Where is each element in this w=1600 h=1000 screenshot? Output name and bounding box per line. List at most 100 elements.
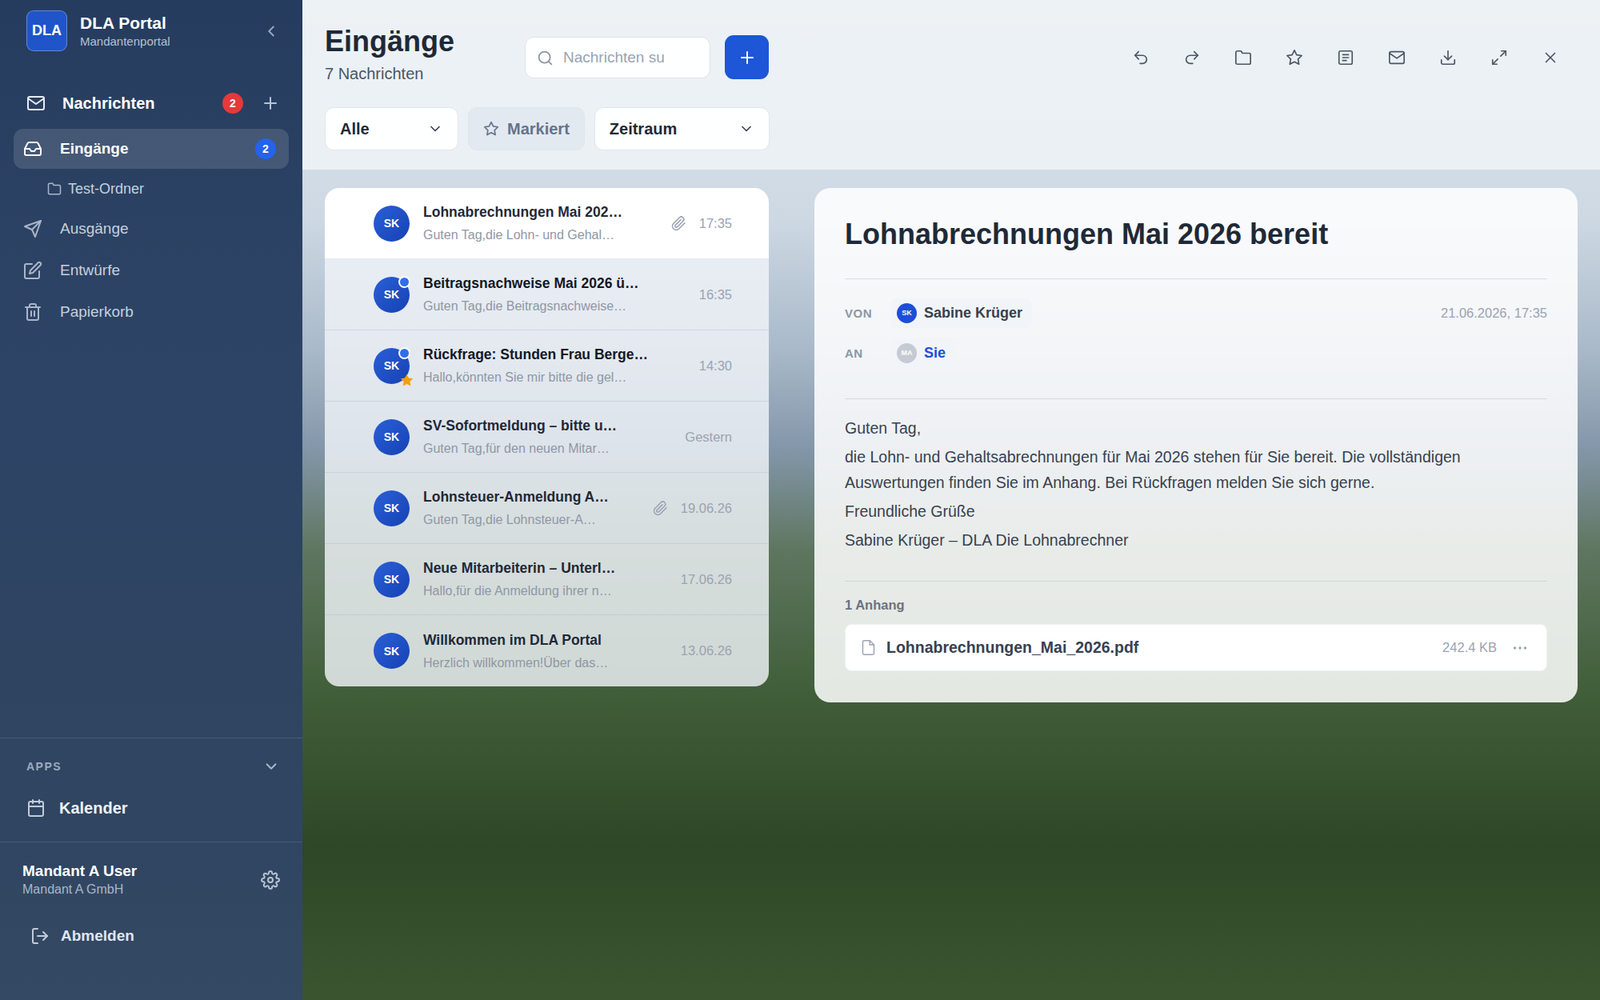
main-area: Eingänge7 NachrichtenAlleMarkiertZeitrau… [302, 0, 1600, 1000]
toolbar-button[interactable] [1123, 40, 1159, 76]
message-subject: Beitragsnachweise Mai 2026 ü… [423, 273, 687, 293]
expand-icon [1490, 48, 1508, 67]
message-row[interactable]: SK Beitragsnachweise Mai 2026 ü… Guten Ta… [324, 259, 769, 331]
mail-app: DLADLA PortalMandantenportal Nachrichten2… [0, 0, 1600, 1000]
from-label: VON [844, 306, 891, 320]
folder-item[interactable]: Eingänge2 [13, 128, 289, 169]
toolbar-button[interactable] [1276, 40, 1312, 76]
filter[interactable]: Markiert [468, 107, 585, 151]
new-message-button[interactable] [724, 35, 769, 80]
message-time: Gestern [684, 429, 732, 445]
app-item[interactable]: Kalender [26, 792, 280, 824]
gear-icon[interactable] [260, 870, 280, 890]
message-row[interactable]: SK Willkommen im DLA PortalHerzlich will… [324, 615, 769, 687]
message-subject: SV-Sofortmeldung – bitte u… [423, 416, 672, 436]
user-section: Mandant A UserMandant A GmbH Abmelden [0, 841, 303, 1000]
filter[interactable]: Alle [324, 107, 459, 151]
toolbar-button[interactable] [1379, 40, 1415, 76]
portal-subtitle: Mandantenportal [80, 33, 263, 50]
sender-chip[interactable]: SKSabine Krüger [890, 298, 1032, 328]
filter[interactable]: Zeitraum [594, 107, 770, 151]
folder-badge: 2 [255, 138, 276, 160]
chevron-left-icon[interactable] [262, 22, 280, 40]
message-time: 14:30 [699, 358, 732, 374]
message-time: 17:35 [699, 216, 732, 232]
unread-badge: 2 [222, 92, 244, 114]
folder-icon [47, 181, 62, 196]
apps-header[interactable]: APPS [26, 756, 280, 777]
apps-section: APPS Kalender [0, 737, 303, 842]
chevron-down-icon [427, 120, 444, 137]
message-row[interactable]: SK Neue Mitarbeiterin – Unterl…Hallo,für… [324, 544, 769, 616]
folder-item[interactable]: Papierkorb [13, 292, 289, 332]
toolbar-button[interactable] [1481, 40, 1517, 76]
section-header[interactable]: Nachrichten2 [0, 83, 303, 124]
avatar: SK [373, 276, 410, 313]
message-subject: Neue Mitarbeiterin – Unterl… [423, 558, 668, 578]
message-preview: Hallo,könnten Sie mir bitte die gel… [423, 368, 687, 387]
avatar: SK [373, 490, 410, 527]
move-folder-icon [1234, 48, 1252, 67]
message-preview: Guten Tag,die Lohn- und Gehal… [423, 226, 664, 244]
toolbar-button[interactable] [1225, 40, 1261, 76]
star-icon [1285, 48, 1304, 67]
message-title: Lohnabrechnungen Mai 2026 bereit [844, 218, 1548, 251]
close-icon [1541, 48, 1560, 67]
more-icon[interactable] [1511, 639, 1529, 657]
message-preview: Guten Tag,die Lohnsteuer-A… [423, 511, 645, 529]
to-label: AN [844, 346, 891, 360]
chevron-down-icon [738, 120, 755, 137]
folder-list: Eingänge2Test-OrdnerAusgängeEntwürfePapi… [13, 128, 289, 332]
avatar: SK [896, 303, 917, 324]
avatar: MA [896, 343, 917, 364]
recipient-chip[interactable]: MASie [890, 338, 956, 368]
calendar-icon [26, 798, 46, 818]
logout-button[interactable]: Abmelden [22, 920, 280, 952]
message-subject: Lohnabrechnungen Mai 202… [423, 202, 664, 222]
message-time: 13.06.26 [680, 643, 732, 659]
plus-icon [737, 48, 757, 68]
message-preview: Guten Tag,die Beitragsnachweise… [423, 297, 687, 316]
message-count: 7 Nachrichten [324, 62, 525, 85]
file-icon [860, 639, 877, 656]
message-row[interactable]: SK Rückfrage: Stunden Frau Berge…Hallo,k… [324, 330, 769, 402]
inbox-icon [23, 139, 43, 159]
download-icon [1439, 48, 1457, 67]
user-company: Mandant A GmbH [22, 880, 137, 899]
message-row[interactable]: SK Lohnabrechnungen Mai 202…Guten Tag,di… [324, 188, 769, 260]
toolbar-button[interactable] [1174, 40, 1210, 76]
search-field[interactable] [524, 36, 711, 79]
avatar: SK [373, 632, 410, 669]
search-input[interactable] [561, 48, 699, 68]
message-body: Guten Tag,die Lohn- und Gehaltsabrechnun… [844, 415, 1548, 553]
logout-icon [30, 926, 50, 946]
note-icon [1336, 48, 1355, 67]
paperclip-icon [652, 500, 668, 516]
message-row[interactable]: SK SV-Sofortmeldung – bitte u…Guten Tag,… [324, 401, 769, 473]
message-subject: Lohnsteuer-Anmeldung A… [423, 487, 645, 507]
message-preview: Guten Tag,für den neuen Mitar… [423, 440, 672, 458]
folder-item[interactable]: Entwürfe [13, 250, 289, 291]
attachment[interactable]: Lohnabrechnungen_Mai_2026.pdf242.4 KB [844, 624, 1548, 672]
reply-icon [1132, 48, 1150, 67]
toolbar-button[interactable] [1430, 40, 1466, 76]
attachment-count: 1 Anhang [844, 597, 1548, 613]
message-subject: Rückfrage: Stunden Frau Berge… [423, 344, 687, 364]
user-name: Mandant A User [22, 861, 137, 881]
toolbar-button[interactable] [1532, 40, 1568, 76]
message-preview: Hallo,für die Anmeldung ihrer n… [423, 582, 668, 600]
plus-icon[interactable] [260, 93, 280, 113]
message-row[interactable]: SK Lohnsteuer-Anmeldung A… Guten Tag,die … [324, 472, 769, 544]
star-icon [483, 120, 500, 137]
mail-icon [26, 93, 46, 113]
folder-item[interactable]: Ausgänge [13, 208, 289, 249]
toolbar-button[interactable] [1328, 40, 1364, 76]
star-icon [400, 373, 414, 388]
message-list: SK Lohnabrechnungen Mai 202… Guten Tag,di… [324, 188, 769, 687]
logo[interactable]: DLA [26, 10, 68, 52]
message-preview: Herzlich willkommen!Über das… [423, 654, 668, 672]
brand: DLADLA PortalMandantenportal [0, 0, 303, 61]
trash-icon [23, 302, 43, 322]
folder-item[interactable]: Test-Ordner [13, 170, 289, 208]
paperclip-icon [671, 216, 687, 232]
